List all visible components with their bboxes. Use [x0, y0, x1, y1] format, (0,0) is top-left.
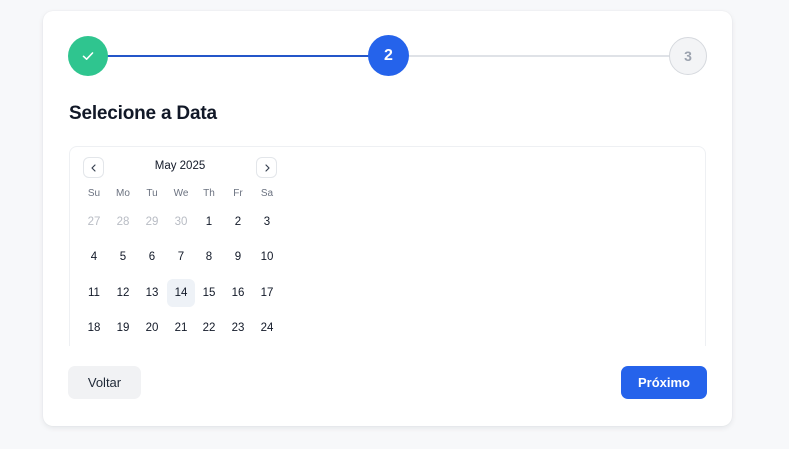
calendar-day[interactable]: 30	[167, 208, 195, 236]
calendar-day[interactable]: 9	[224, 243, 252, 271]
calendar-day[interactable]: 16	[224, 279, 252, 307]
calendar-day[interactable]: 18	[80, 314, 108, 342]
calendar-day[interactable]: 29	[138, 208, 166, 236]
calendar-day[interactable]: 6	[138, 243, 166, 271]
calendar-day[interactable]: 21	[167, 314, 195, 342]
calendar-day[interactable]: 3	[253, 208, 281, 236]
chevron-right-icon	[264, 163, 270, 172]
calendar-day[interactable]: 22	[195, 314, 223, 342]
weekday-header: Fr	[233, 188, 243, 199]
calendar-day[interactable]: 12	[109, 279, 137, 307]
calendar-day[interactable]: 27	[80, 208, 108, 236]
month-label: May 2025	[154, 160, 206, 172]
step-2-active: 2	[368, 35, 409, 76]
calendar-day[interactable]: 5	[109, 243, 137, 271]
calendar-day[interactable]: 1	[195, 208, 223, 236]
checkmark-icon	[82, 52, 94, 60]
calendar-day[interactable]: 15	[195, 279, 223, 307]
back-button[interactable]: Voltar	[68, 366, 141, 399]
page-title: Selecione a Data	[69, 103, 217, 124]
calendar-day[interactable]: 13	[138, 279, 166, 307]
calendar-day[interactable]: 24	[253, 314, 281, 342]
weekday-header: Sa	[260, 188, 274, 199]
weekday-header: Su	[87, 188, 101, 199]
calendar-day[interactable]: 20	[138, 314, 166, 342]
calendar-day[interactable]: 19	[109, 314, 137, 342]
weekday-header: Th	[203, 188, 215, 199]
calendar-day-today[interactable]: 14	[167, 279, 195, 307]
previous-month-button[interactable]	[83, 157, 104, 178]
calendar-day[interactable]: 28	[109, 208, 137, 236]
next-button[interactable]: Próximo	[621, 366, 707, 399]
stepper-line-pending	[408, 55, 690, 57]
calendar-day[interactable]: 4	[80, 243, 108, 271]
chevron-left-icon	[90, 163, 96, 172]
calendar-day[interactable]: 10	[253, 243, 281, 271]
calendar-day[interactable]: 23	[224, 314, 252, 342]
stepper-line-completed	[107, 55, 388, 57]
next-month-button[interactable]	[256, 157, 277, 178]
calendar-day[interactable]: 7	[167, 243, 195, 271]
weekday-header: We	[173, 188, 189, 199]
step-1-completed	[68, 36, 108, 76]
calendar-day[interactable]: 2	[224, 208, 252, 236]
wizard-card: 2 3 Selecione a Data May 2025 Su Mo Tu We Th…	[43, 11, 732, 426]
step-3-pending: 3	[669, 37, 707, 75]
calendar-day[interactable]: 11	[80, 279, 108, 307]
calendar-day[interactable]: 8	[195, 243, 223, 271]
weekday-header: Tu	[146, 188, 158, 199]
calendar-day[interactable]: 17	[253, 279, 281, 307]
weekday-header: Mo	[116, 188, 130, 199]
date-picker-calendar: May 2025 Su Mo Tu We Th Fr Sa 27 28 29 30 1 2 3 4 5 6 7 8 9…	[69, 146, 706, 346]
